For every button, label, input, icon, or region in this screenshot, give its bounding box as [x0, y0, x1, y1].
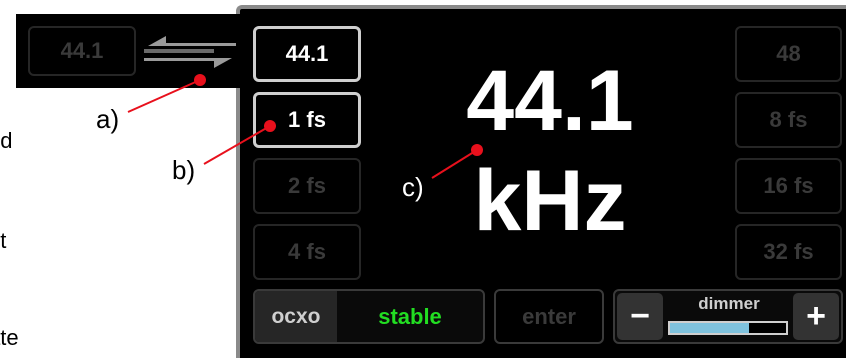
callout-a-dot — [194, 74, 206, 86]
callout-c-dot — [471, 144, 483, 156]
callout-a-line — [127, 79, 201, 113]
callout-b-dot — [264, 120, 276, 132]
callout-a-label: a) — [96, 104, 120, 134]
callout-b-line — [203, 125, 271, 165]
callout-c-line — [431, 149, 478, 179]
callout-c-label: c) — [402, 172, 424, 202]
callout-b-label: b) — [172, 155, 196, 185]
